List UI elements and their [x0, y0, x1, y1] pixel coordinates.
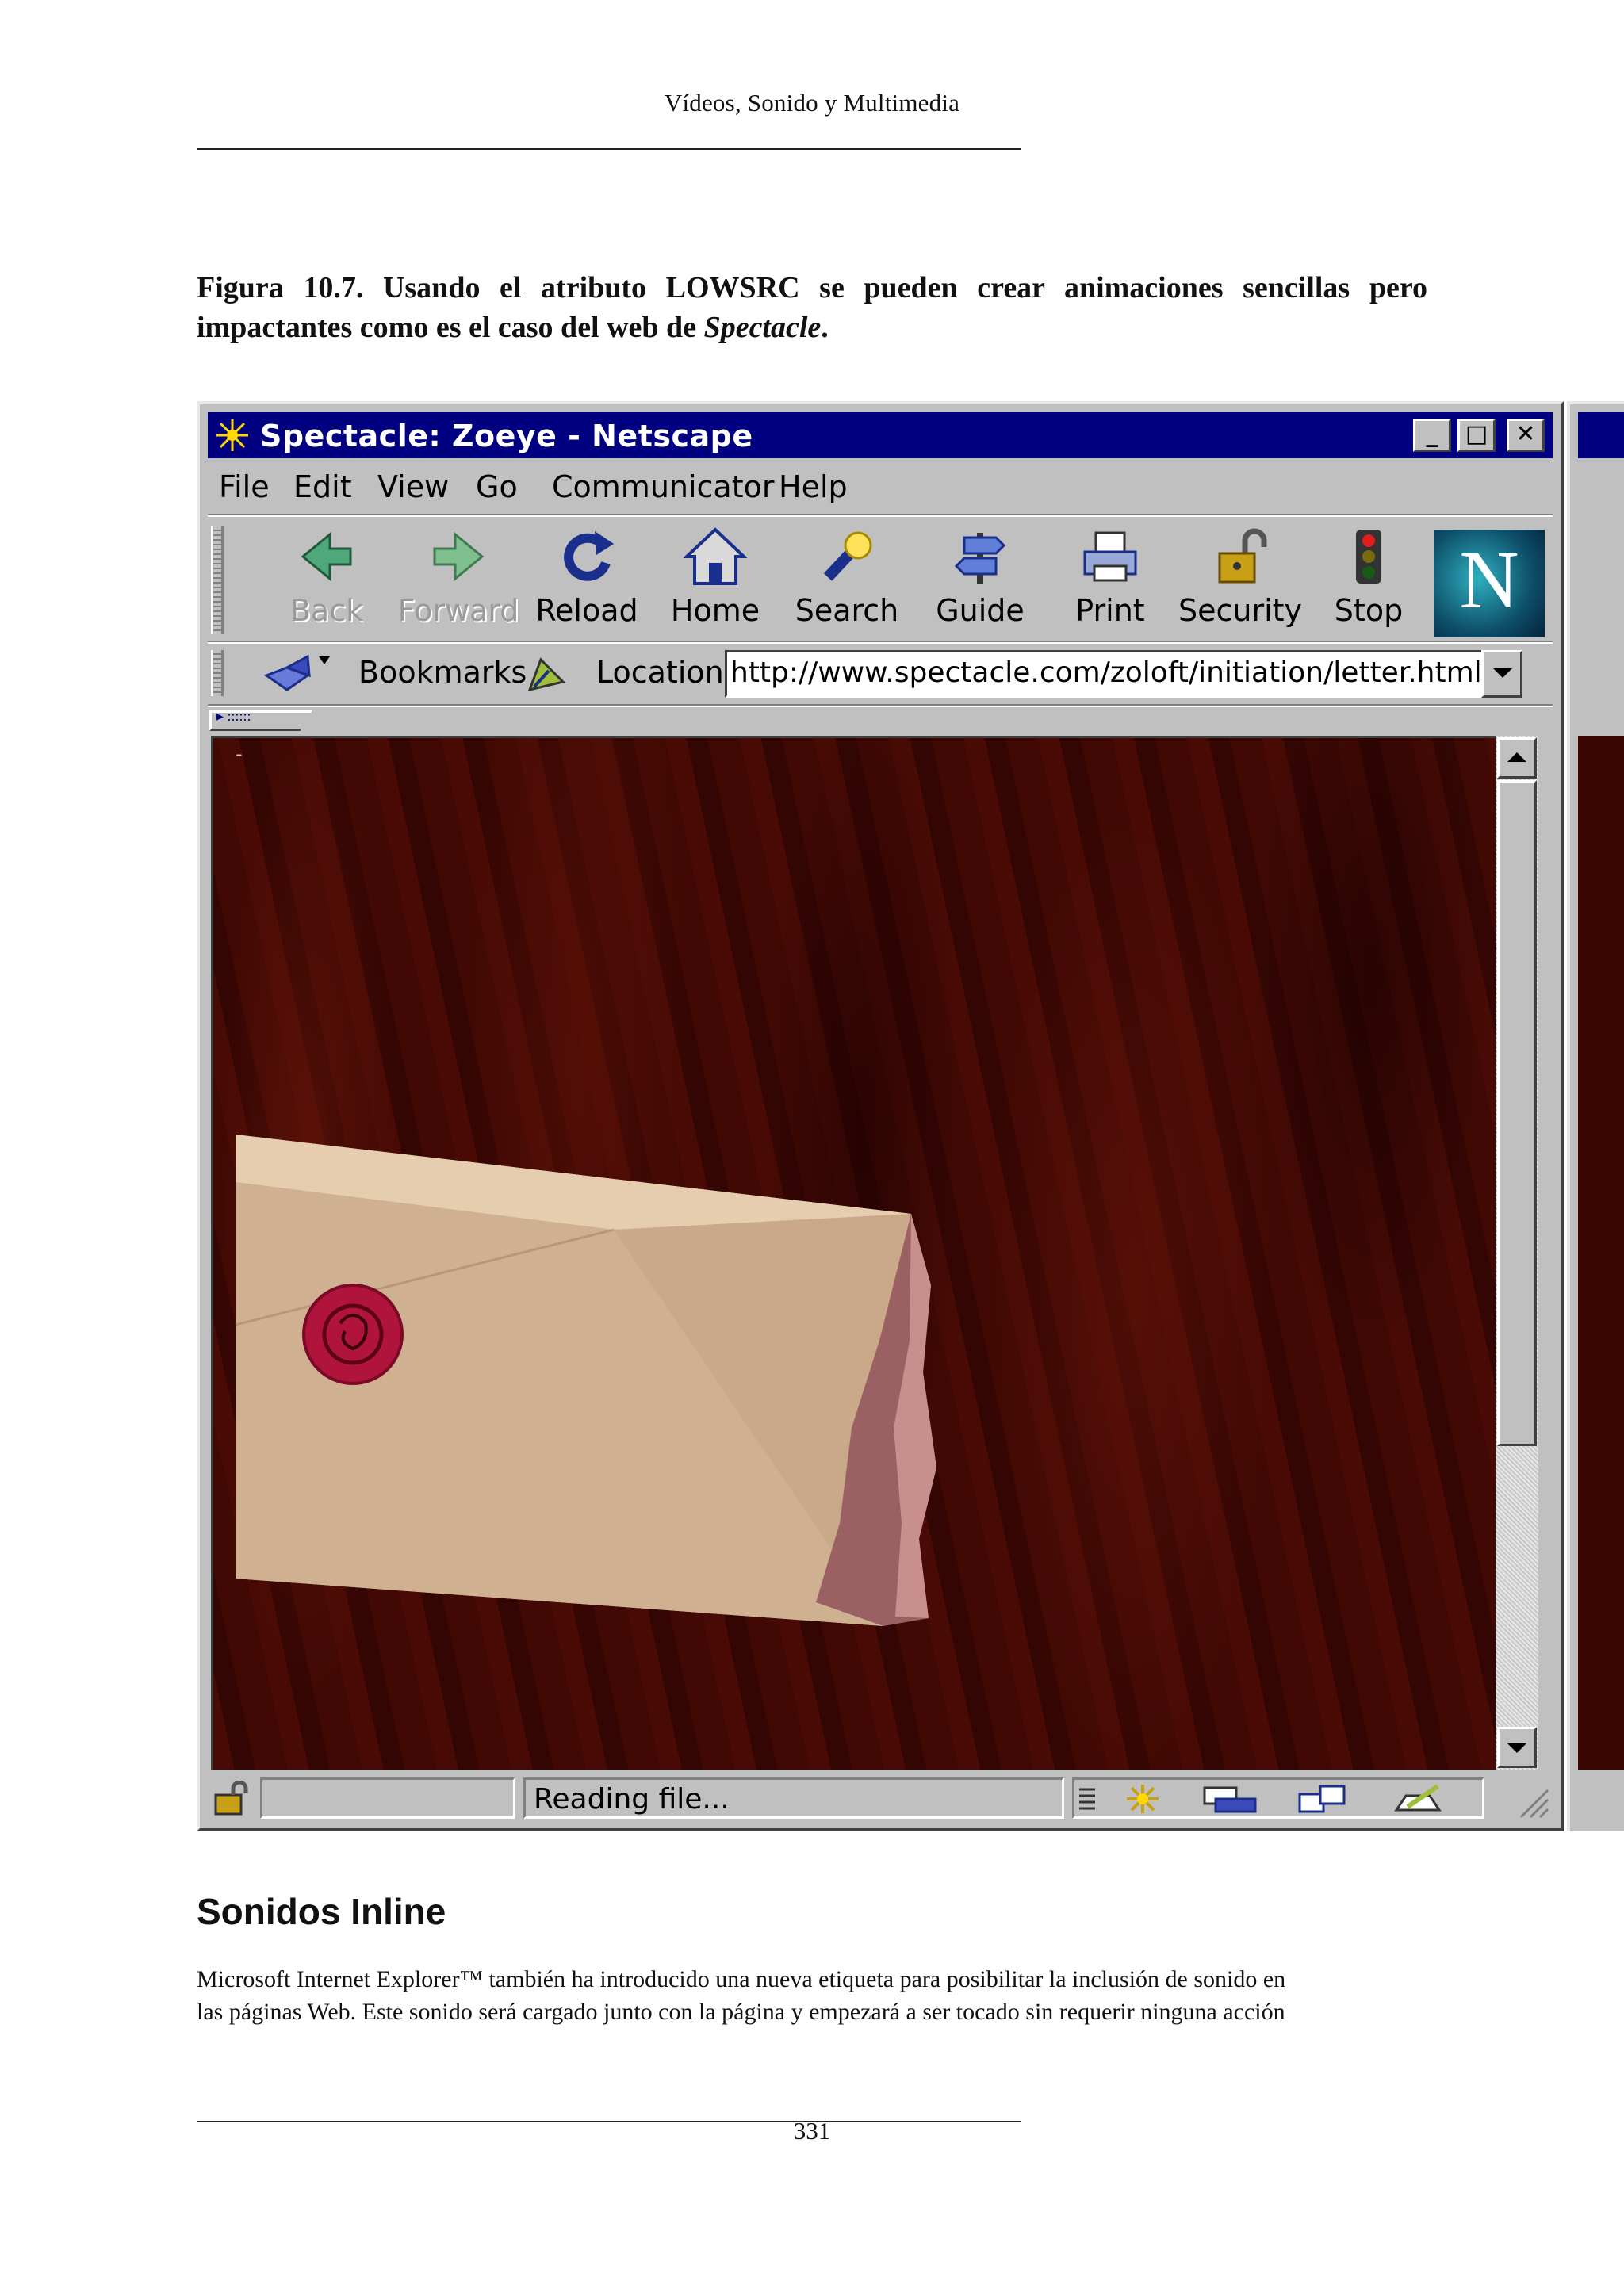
stop-button[interactable]: Stop — [1305, 522, 1432, 639]
back-arrow-icon — [301, 531, 352, 582]
forward-label: Forward — [397, 593, 519, 628]
title-bar[interactable]: Spectacle: Zoeye - Netscape _ □ ✕ — [208, 412, 1553, 458]
location-grip[interactable] — [211, 650, 224, 696]
back-button[interactable]: Back — [263, 522, 390, 639]
print-label: Print — [1075, 593, 1145, 628]
scroll-thumb[interactable] — [1497, 780, 1537, 1446]
mail-icon[interactable] — [1201, 1785, 1258, 1815]
search-button[interactable]: Search — [783, 522, 910, 639]
collapsed-toolbar-tab[interactable] — [208, 709, 1553, 733]
guide-button[interactable]: Guide — [917, 522, 1044, 639]
netscape-window: Spectacle: Zoeye - Netscape _ □ ✕ File E… — [197, 401, 1564, 1831]
forward-arrow-icon — [433, 531, 485, 582]
page-viewport[interactable]: - — [211, 736, 1496, 1770]
window-title: Spectacle: Zoeye - Netscape — [260, 419, 753, 453]
location-separator — [208, 704, 1553, 707]
bookmarks-label[interactable]: Bookmarks — [358, 655, 527, 690]
menu-separator — [208, 514, 1553, 517]
navigator-icon[interactable] — [1119, 1783, 1166, 1815]
running-head: Vídeos, Sonido y Multimedia — [664, 89, 960, 117]
component-grip-icon[interactable] — [1078, 1785, 1097, 1813]
home-label: Home — [670, 593, 760, 628]
url-input[interactable]: http://www.spectacle.com/zoloft/initiati… — [725, 650, 1522, 698]
location-icon — [527, 657, 565, 692]
vertical-scrollbar[interactable] — [1496, 736, 1538, 1770]
url-dropdown-button[interactable] — [1481, 650, 1522, 698]
netscape-logo[interactable]: N — [1434, 530, 1545, 637]
caption-italic: Spectacle — [703, 311, 822, 344]
page-number: 331 — [793, 2117, 831, 2145]
paragraph-line-1: Microsoft Internet Explorer™ también ha … — [197, 1966, 1286, 1992]
second-viewport — [1578, 736, 1624, 1770]
resize-grip-icon[interactable] — [1516, 1785, 1551, 1820]
envelope-image — [235, 1135, 936, 1626]
menu-go[interactable]: Go — [476, 469, 518, 504]
reload-button[interactable]: Reload — [523, 522, 650, 639]
status-progress-field — [260, 1777, 515, 1819]
header-rule — [197, 148, 1021, 150]
printer-icon — [1083, 531, 1137, 582]
home-button[interactable]: Home — [652, 522, 779, 639]
reload-label: Reload — [535, 593, 638, 628]
menu-view[interactable]: View — [377, 469, 449, 504]
menu-file[interactable]: File — [219, 469, 270, 504]
status-text: Reading file... — [534, 1783, 730, 1816]
scroll-up-button[interactable] — [1497, 737, 1537, 779]
security-label: Security — [1178, 593, 1303, 628]
toolbar-grip[interactable] — [211, 526, 224, 634]
composer-icon[interactable] — [1392, 1783, 1449, 1815]
status-message-field: Reading file... — [523, 1777, 1064, 1819]
menu-communicator[interactable]: Communicator — [552, 469, 775, 504]
scroll-down-button[interactable] — [1497, 1727, 1537, 1768]
netscape-logo-letter: N — [1459, 534, 1519, 626]
component-bar — [1072, 1777, 1484, 1819]
guide-icon — [954, 533, 1006, 584]
maximize-button[interactable]: □ — [1457, 419, 1496, 452]
location-label: Location: — [596, 655, 734, 690]
section-heading: Sonidos Inline — [197, 1891, 446, 1932]
navigation-toolbar: Back Forward Reload Home Search Guide Pr… — [208, 522, 1553, 639]
netscape-star-icon — [214, 417, 251, 453]
traffic-light-icon — [1356, 530, 1381, 584]
location-toolbar: Bookmarks Location: http://www.spectacle… — [208, 644, 1553, 702]
menu-edit[interactable]: Edit — [293, 469, 352, 504]
padlock-icon — [1218, 528, 1267, 584]
second-window-partial — [1567, 401, 1624, 1831]
reload-icon — [564, 531, 614, 581]
figure-caption: Figura 10.7. Usando el atributo LOWSRC s… — [197, 268, 1427, 347]
stop-label: Stop — [1334, 593, 1404, 628]
guide-label: Guide — [936, 593, 1025, 628]
search-label: Search — [795, 593, 899, 628]
security-button[interactable]: Security — [1177, 522, 1304, 639]
status-bar: Reading file... — [208, 1774, 1553, 1822]
paragraph-line-2: las páginas Web. Este sonido será cargad… — [197, 1999, 1285, 2025]
bookmarks-icon[interactable] — [263, 649, 339, 696]
search-icon — [823, 531, 872, 581]
minimize-button[interactable]: _ — [1413, 419, 1451, 452]
close-button[interactable]: ✕ — [1507, 419, 1545, 452]
page-dash: - — [236, 743, 243, 765]
forward-button[interactable]: Forward — [395, 522, 522, 639]
back-label: Back — [289, 593, 364, 628]
menu-help[interactable]: Help — [779, 469, 848, 504]
figure-screenshot: Spectacle: Zoeye - Netscape _ □ ✕ File E… — [197, 401, 1624, 1831]
body-paragraph: Microsoft Internet Explorer™ también ha … — [197, 1963, 1427, 2028]
discussion-icon[interactable] — [1297, 1783, 1354, 1815]
home-icon — [684, 527, 747, 585]
security-lock-icon[interactable] — [213, 1781, 255, 1817]
print-button[interactable]: Print — [1047, 522, 1174, 639]
caption-end: . — [821, 311, 829, 344]
second-title-bar — [1578, 412, 1624, 458]
